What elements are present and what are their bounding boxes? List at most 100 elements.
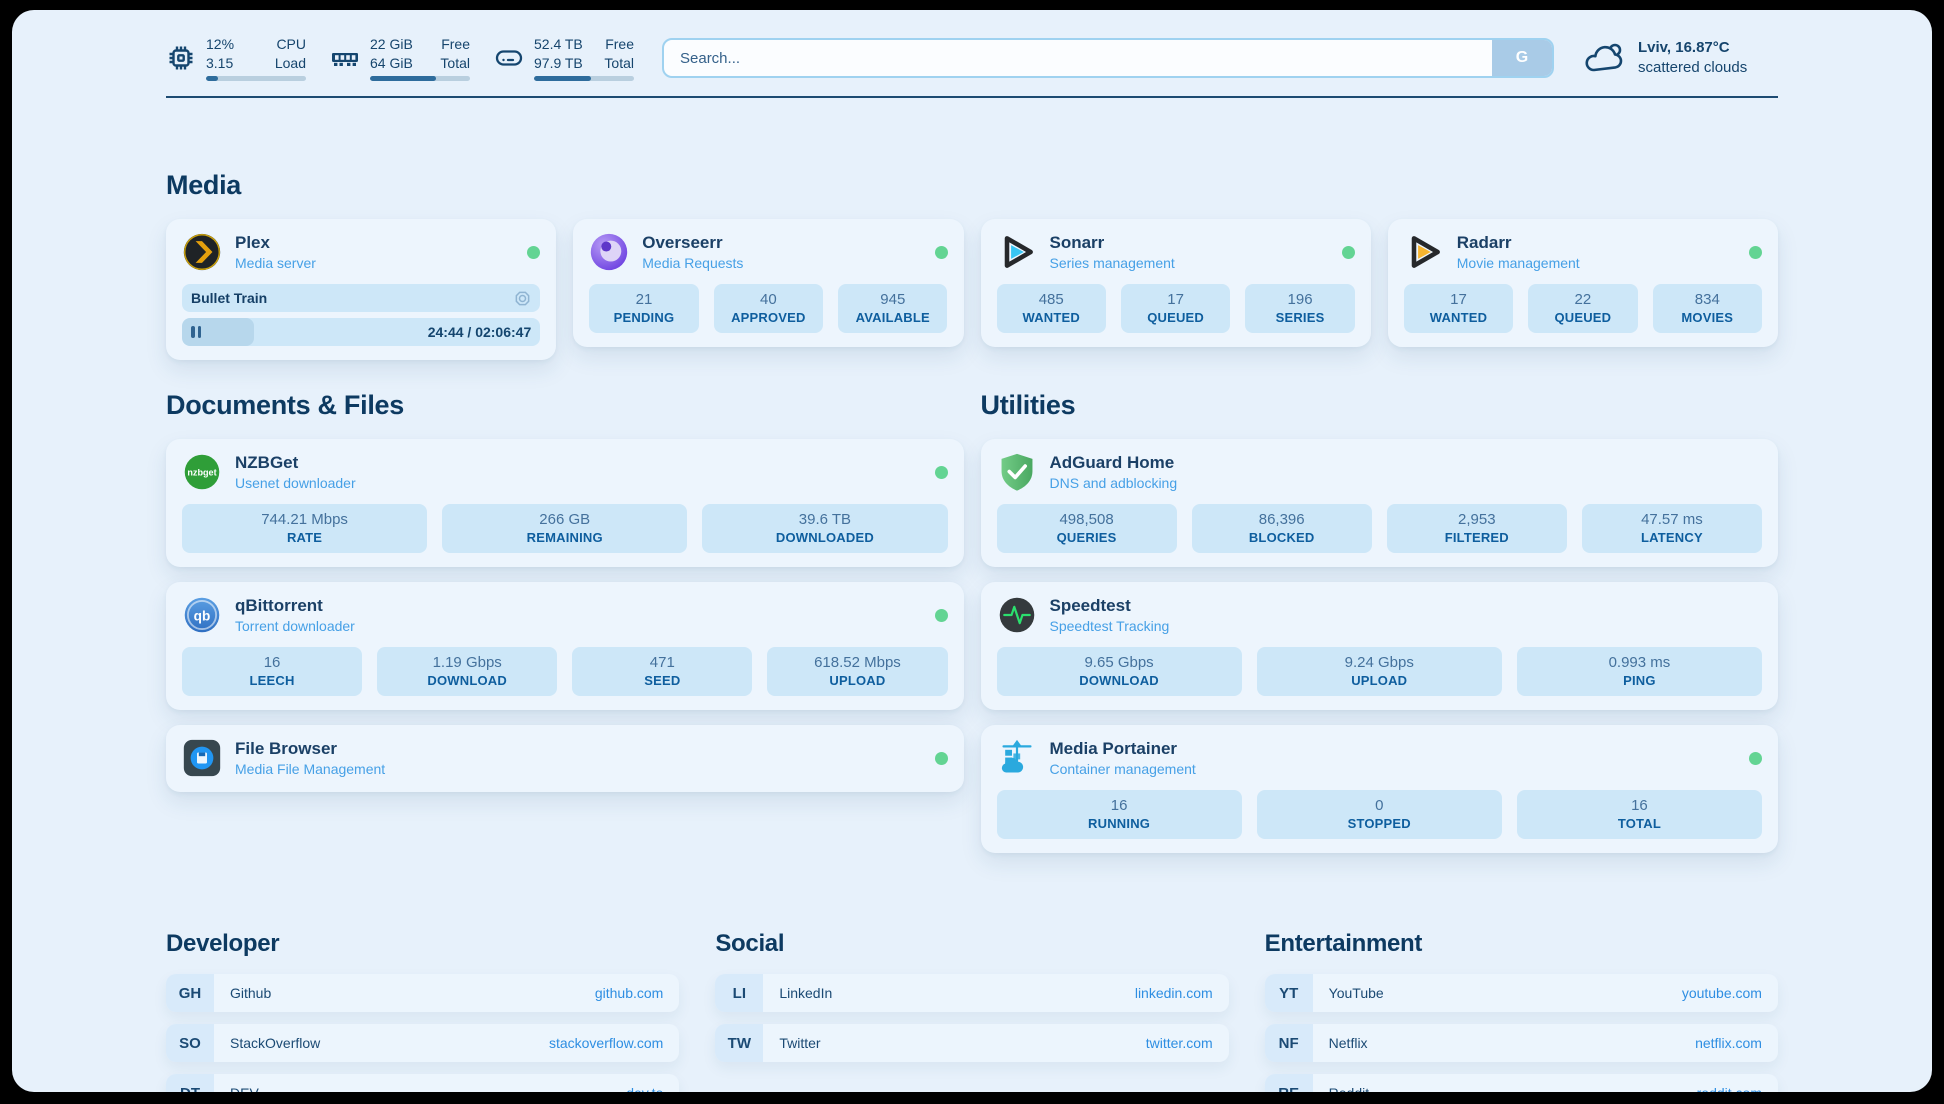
bookmark-stackoverflow[interactable]: SOStackOverflowstackoverflow.com	[166, 1024, 679, 1062]
ram-icon	[330, 43, 360, 73]
qbittorrent-icon: qb	[182, 595, 222, 635]
playback-time: 24:44 / 02:06:47	[428, 324, 532, 340]
search-input[interactable]	[662, 38, 1554, 78]
bookmark-url: youtube.com	[1682, 985, 1762, 1001]
dashboard-page: 12% 3.15 CPU Load	[12, 10, 1932, 1092]
service-name: qBittorrent	[235, 596, 355, 616]
bookmark-group-developer: Developer GHGithubgithub.comSOStackOverf…	[166, 930, 679, 1092]
stat-label: FILTERED	[1391, 530, 1563, 545]
svg-text:nzbget: nzbget	[187, 468, 216, 478]
bookmark-github[interactable]: GHGithubgithub.com	[166, 974, 679, 1012]
section-utilities: Utilities AdGuard HomeDNS and adblocking…	[981, 390, 1779, 868]
bookmark-reddit[interactable]: RERedditreddit.com	[1265, 1074, 1778, 1092]
service-stats: 498,508QUERIES86,396BLOCKED2,953FILTERED…	[997, 504, 1763, 553]
stat-approved: 40APPROVED	[714, 284, 823, 333]
cpu-icon	[166, 43, 196, 73]
stat-value: 945	[842, 291, 943, 308]
resource-widgets: 12% 3.15 CPU Load	[166, 35, 634, 80]
weather-location-temp: Lviv, 16.87°C	[1638, 38, 1747, 58]
cpu-usage-label: CPU	[275, 35, 306, 53]
nzbget-icon: nzbget	[182, 452, 222, 492]
stat-downloaded: 39.6 TBDOWNLOADED	[702, 504, 947, 553]
camera-viewfinder-icon[interactable]	[514, 290, 531, 307]
service-card-nzbget[interactable]: nzbgetNZBGetUsenet downloader744.21 Mbps…	[166, 439, 964, 567]
stat-leech: 16LEECH	[182, 647, 362, 696]
bookmark-youtube[interactable]: YTYouTubeyoutube.com	[1265, 974, 1778, 1012]
service-card-radarr[interactable]: RadarrMovie management17WANTED22QUEUED83…	[1388, 219, 1778, 347]
playback-progress-row: 24:44 / 02:06:47	[182, 318, 540, 346]
service-card-media-portainer[interactable]: Media PortainerContainer management16RUN…	[981, 725, 1779, 853]
section-documents-files: Documents & Files nzbgetNZBGetUsenet dow…	[166, 390, 964, 868]
service-card-plex[interactable]: Plex Media server Bullet Train 24:44 / 02:0…	[166, 219, 556, 360]
service-card-adguard-home[interactable]: AdGuard HomeDNS and adblocking498,508QUE…	[981, 439, 1779, 567]
stat-label: SEED	[576, 673, 748, 688]
stat-wanted: 485WANTED	[997, 284, 1106, 333]
bookmark-name: StackOverflow	[230, 1035, 320, 1051]
service-stats: 744.21 MbpsRATE266 GBREMAINING39.6 TBDOW…	[182, 504, 948, 553]
stat-value: 40	[718, 291, 819, 308]
bookmark-twitter[interactable]: TWTwittertwitter.com	[715, 1024, 1228, 1062]
service-name: File Browser	[235, 739, 385, 759]
stat-blocked: 86,396BLOCKED	[1192, 504, 1372, 553]
documents-cards: nzbgetNZBGetUsenet downloader744.21 Mbps…	[166, 439, 964, 792]
disk-progress-bar	[534, 76, 634, 81]
service-card-speedtest[interactable]: SpeedtestSpeedtest Tracking9.65 GbpsDOWN…	[981, 582, 1779, 710]
service-name: Sonarr	[1050, 233, 1175, 253]
bookmark-name: DEV	[230, 1085, 259, 1092]
stat-label: REMAINING	[446, 530, 683, 545]
service-card-qbittorrent[interactable]: qbqBittorrentTorrent downloader16LEECH1.…	[166, 582, 964, 710]
service-description: Media Requests	[642, 255, 743, 271]
pause-icon	[191, 326, 201, 338]
status-dot-online	[527, 246, 540, 259]
section-title-utilities: Utilities	[981, 390, 1779, 421]
stat-value: 22	[1532, 291, 1633, 308]
entertainment-links: YTYouTubeyoutube.comNFNetflixnetflix.com…	[1265, 974, 1778, 1092]
service-card-sonarr[interactable]: SonarrSeries management485WANTED17QUEUED…	[981, 219, 1371, 347]
cpu-progress-bar	[206, 76, 306, 81]
service-description: Media server	[235, 255, 316, 271]
filebrowser-icon	[182, 738, 222, 778]
service-name: Media Portainer	[1050, 739, 1196, 759]
service-stats: 16RUNNING0STOPPED16TOTAL	[997, 790, 1763, 839]
bookmark-dev[interactable]: DTDEVdev.to	[166, 1074, 679, 1092]
stat-label: RATE	[186, 530, 423, 545]
stat-value: 196	[1249, 291, 1350, 308]
service-card-file-browser[interactable]: File BrowserMedia File Management	[166, 725, 964, 792]
bookmark-url: netflix.com	[1695, 1035, 1762, 1051]
bookmark-url: stackoverflow.com	[549, 1035, 663, 1051]
cpu-load-label: Load	[275, 54, 306, 72]
stat-queued: 22QUEUED	[1528, 284, 1637, 333]
status-dot-online	[935, 609, 948, 622]
stat-value: 2,953	[1391, 511, 1563, 528]
now-playing-title: Bullet Train	[191, 290, 267, 306]
bookmark-netflix[interactable]: NFNetflixnetflix.com	[1265, 1024, 1778, 1062]
service-card-overseerr[interactable]: OverseerrMedia Requests21PENDING40APPROV…	[573, 219, 963, 347]
bookmark-name: YouTube	[1329, 985, 1384, 1001]
stat-label: QUEUED	[1125, 310, 1226, 325]
service-description: DNS and adblocking	[1050, 475, 1178, 491]
service-stats: 485WANTED17QUEUED196SERIES	[997, 284, 1355, 333]
memory-progress-bar	[370, 76, 470, 81]
bookmark-url: linkedin.com	[1135, 985, 1213, 1001]
bookmark-abbr: TW	[715, 1024, 763, 1062]
radarr-icon	[1404, 232, 1444, 272]
stat-seed: 471SEED	[572, 647, 752, 696]
service-name: Overseerr	[642, 233, 743, 253]
service-name: Plex	[235, 233, 316, 253]
stat-stopped: 0STOPPED	[1257, 790, 1502, 839]
status-dot-online	[1749, 246, 1762, 259]
stat-movies: 834MOVIES	[1653, 284, 1762, 333]
stat-value: 39.6 TB	[706, 511, 943, 528]
stat-label: AVAILABLE	[842, 310, 943, 325]
service-description: Speedtest Tracking	[1050, 618, 1170, 634]
adguard-icon	[997, 452, 1037, 492]
search-provider-button[interactable]: G	[1492, 40, 1552, 76]
bookmark-group-entertainment: Entertainment YTYouTubeyoutube.comNFNetf…	[1265, 930, 1778, 1092]
section-title-media: Media	[166, 170, 1778, 201]
bookmark-linkedin[interactable]: LILinkedInlinkedin.com	[715, 974, 1228, 1012]
service-stats: 21PENDING40APPROVED945AVAILABLE	[589, 284, 947, 333]
stat-download: 1.19 GbpsDOWNLOAD	[377, 647, 557, 696]
status-dot-online	[1342, 246, 1355, 259]
bookmark-name: LinkedIn	[779, 985, 832, 1001]
bookmark-name: Twitter	[779, 1035, 820, 1051]
